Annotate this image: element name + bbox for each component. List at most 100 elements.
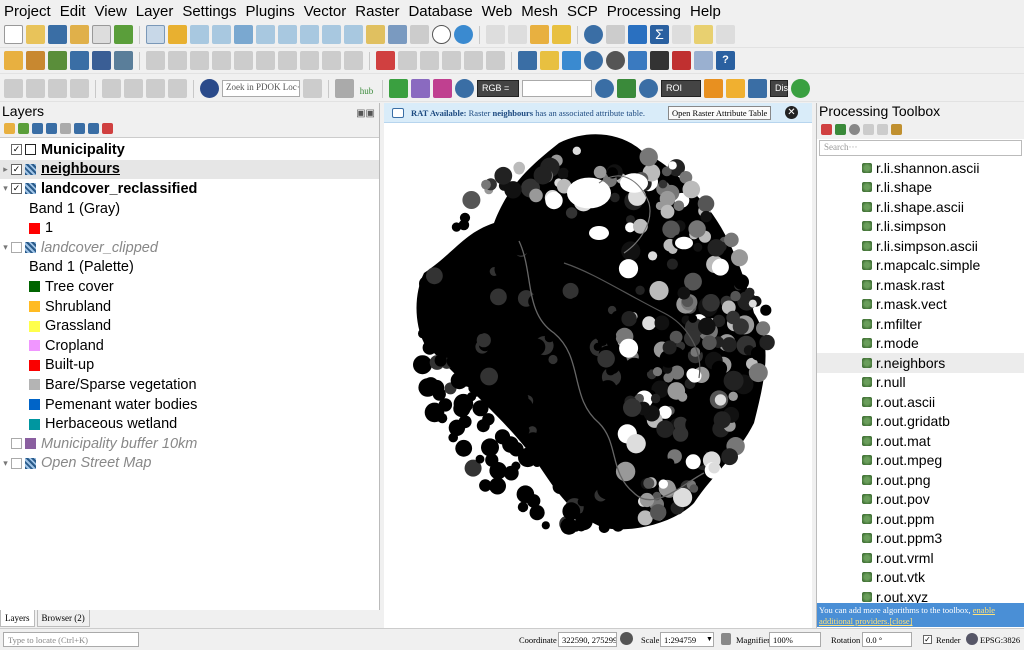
algorithm-item[interactable]: r.li.shannon.ascii bbox=[817, 158, 1024, 178]
python-console-icon[interactable] bbox=[628, 51, 647, 70]
add-layer-icon[interactable] bbox=[4, 51, 23, 70]
snapping-icon[interactable] bbox=[124, 79, 143, 98]
advanced-digitizing-icon[interactable] bbox=[102, 79, 121, 98]
zoom-out-icon[interactable] bbox=[212, 25, 231, 44]
filter-legend-icon[interactable] bbox=[46, 123, 57, 134]
locator-search-input[interactable]: Type to locate (Ctrl+K) bbox=[3, 632, 139, 647]
shape-digitizing-icon[interactable] bbox=[168, 79, 187, 98]
layout-manager-icon[interactable] bbox=[92, 25, 111, 44]
clear-locator-icon[interactable] bbox=[303, 79, 322, 98]
zoom-next-icon[interactable] bbox=[344, 25, 363, 44]
shield-icon[interactable] bbox=[335, 79, 354, 98]
algorithm-item[interactable]: r.li.simpson bbox=[817, 217, 1024, 237]
menu-web[interactable]: Web bbox=[482, 3, 513, 20]
menu-mesh[interactable]: Mesh bbox=[521, 3, 558, 20]
open-rat-button[interactable]: Open Raster Attribute Table bbox=[668, 106, 772, 120]
menu-raster[interactable]: Raster bbox=[355, 3, 399, 20]
algorithm-item[interactable]: r.neighbors bbox=[817, 353, 1024, 373]
scp-tool-icon[interactable] bbox=[433, 79, 452, 98]
edit-in-place-icon[interactable] bbox=[877, 124, 888, 135]
zoom-full-icon[interactable] bbox=[234, 25, 253, 44]
remove-layer-icon[interactable] bbox=[102, 123, 113, 134]
change-label-icon[interactable] bbox=[486, 51, 505, 70]
zoom-last-icon[interactable] bbox=[322, 25, 341, 44]
deselect-icon[interactable] bbox=[530, 25, 549, 44]
scp-band-set-icon[interactable] bbox=[411, 79, 430, 98]
collapse-arrow-icon[interactable]: ▾ bbox=[0, 183, 11, 194]
algorithm-item[interactable]: r.out.vrml bbox=[817, 548, 1024, 568]
crs-globe-icon[interactable] bbox=[966, 633, 978, 645]
measure-icon[interactable] bbox=[672, 25, 691, 44]
delete-selected-icon[interactable] bbox=[234, 51, 253, 70]
zoom-native-icon[interactable] bbox=[300, 25, 319, 44]
algorithm-item[interactable]: r.out.ascii bbox=[817, 392, 1024, 412]
vertex-tool-icon[interactable] bbox=[212, 51, 231, 70]
qgis-hub-button[interactable]: hub bbox=[357, 79, 376, 98]
data-source-manager-icon[interactable] bbox=[26, 51, 45, 70]
algorithm-item[interactable]: r.mapcalc.simple bbox=[817, 256, 1024, 276]
algorithm-item[interactable]: r.null bbox=[817, 373, 1024, 393]
globe-icon[interactable] bbox=[584, 51, 603, 70]
open-styling-icon[interactable] bbox=[4, 123, 15, 134]
algorithm-item[interactable]: r.mode bbox=[817, 334, 1024, 354]
select-features-icon[interactable] bbox=[508, 25, 527, 44]
redo-icon[interactable] bbox=[344, 51, 363, 70]
algorithm-item[interactable]: r.out.ppm3 bbox=[817, 529, 1024, 549]
open-project-icon[interactable] bbox=[26, 25, 45, 44]
digitize-icon[interactable] bbox=[190, 51, 209, 70]
show-bookmarks-icon[interactable] bbox=[410, 25, 429, 44]
georeferencer-icon[interactable] bbox=[540, 51, 559, 70]
layer-visibility-checkbox[interactable] bbox=[11, 242, 22, 254]
pdok-locator-icon[interactable] bbox=[200, 79, 219, 98]
close-note-link[interactable]: [close] bbox=[889, 616, 912, 626]
scripts-icon[interactable] bbox=[835, 124, 846, 135]
menu-settings[interactable]: Settings bbox=[182, 3, 236, 20]
algorithm-item[interactable]: r.out.gridatb bbox=[817, 412, 1024, 432]
layer-visibility-checkbox[interactable]: ✓ bbox=[11, 163, 22, 175]
annotation-icon[interactable] bbox=[694, 25, 713, 44]
close-message-icon[interactable]: ✕ bbox=[785, 106, 798, 119]
save-project-icon[interactable] bbox=[48, 25, 67, 44]
new-temp-layer-icon[interactable] bbox=[48, 79, 67, 98]
label-icon[interactable] bbox=[376, 51, 395, 70]
rgb-band-input[interactable] bbox=[522, 80, 592, 97]
menu-layer[interactable]: Layer bbox=[136, 3, 174, 20]
layer-visibility-checkbox[interactable] bbox=[11, 438, 22, 450]
roi-combo[interactable]: ROI bbox=[661, 80, 701, 97]
copy-features-icon[interactable] bbox=[278, 51, 297, 70]
toggle-extents-icon[interactable] bbox=[620, 632, 633, 645]
lock-scale-icon[interactable] bbox=[721, 633, 731, 645]
save-edits-icon[interactable] bbox=[168, 51, 187, 70]
toggle-editing-icon[interactable] bbox=[146, 51, 165, 70]
rotation-field[interactable]: 0.0 ° bbox=[862, 632, 912, 647]
collapse-arrow-icon[interactable]: ▾ bbox=[0, 458, 11, 469]
show-labels-icon[interactable] bbox=[420, 51, 439, 70]
history-icon[interactable] bbox=[849, 124, 860, 135]
identify-icon[interactable] bbox=[584, 25, 603, 44]
scp-zoom-icon[interactable] bbox=[455, 79, 474, 98]
layer-landcover-reclassified[interactable]: ▾ ✓ landcover_reclassified bbox=[0, 179, 379, 199]
help-icon[interactable]: ? bbox=[716, 51, 735, 70]
algorithm-item[interactable]: r.li.shape bbox=[817, 178, 1024, 198]
identify-features-icon[interactable] bbox=[486, 25, 505, 44]
add-mesh-icon[interactable] bbox=[92, 51, 111, 70]
layer-visibility-checkbox[interactable]: ✓ bbox=[11, 183, 22, 195]
expand-all-icon[interactable] bbox=[74, 123, 85, 134]
menu-help[interactable]: Help bbox=[690, 3, 721, 20]
layer-landcover-clipped[interactable]: ▾ landcover_clipped bbox=[0, 238, 379, 258]
results-viewer-icon[interactable] bbox=[863, 124, 874, 135]
menu-vector[interactable]: Vector bbox=[304, 3, 347, 20]
algorithm-item[interactable]: r.mask.rast bbox=[817, 275, 1024, 295]
magnifier-field[interactable]: 100% bbox=[769, 632, 821, 647]
expand-arrow-icon[interactable]: ▸ bbox=[0, 164, 11, 175]
add-raster-icon[interactable] bbox=[70, 51, 89, 70]
algorithm-item[interactable]: r.out.vtk bbox=[817, 568, 1024, 588]
menu-processing[interactable]: Processing bbox=[607, 3, 681, 20]
zoom-to-layer-icon[interactable] bbox=[278, 25, 297, 44]
layer-visibility-checkbox[interactable]: ✓ bbox=[11, 144, 22, 156]
menu-edit[interactable]: Edit bbox=[60, 3, 86, 20]
menu-project[interactable]: Project bbox=[4, 3, 51, 20]
menu-database[interactable]: Database bbox=[408, 3, 472, 20]
new-project-icon[interactable] bbox=[4, 25, 23, 44]
style-manager-icon[interactable] bbox=[114, 25, 133, 44]
